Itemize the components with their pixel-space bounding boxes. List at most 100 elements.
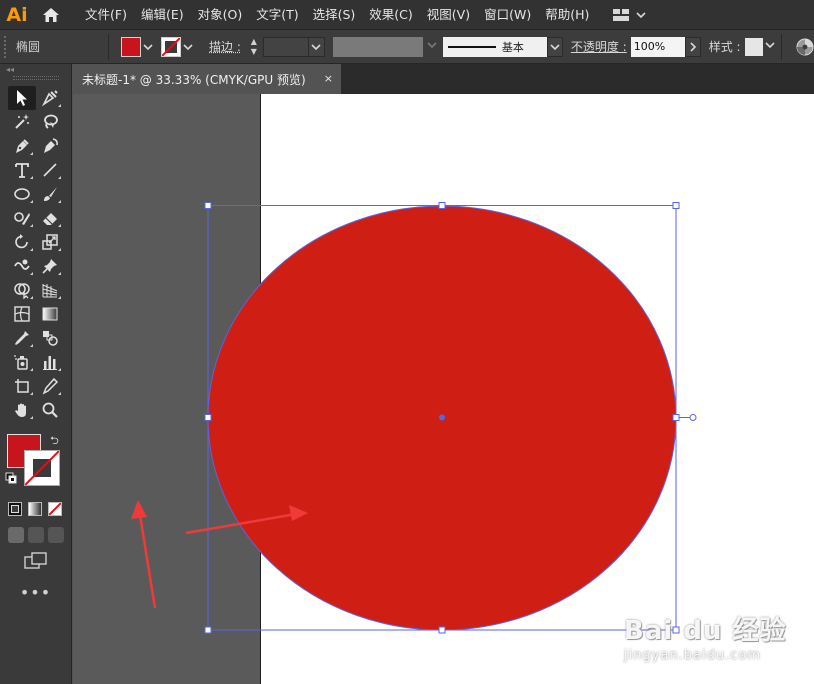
pen-tool[interactable] xyxy=(8,134,36,158)
eyedropper-icon xyxy=(15,331,29,345)
menu-window[interactable]: 窗口(W) xyxy=(477,0,538,30)
recolor-artwork-icon[interactable] xyxy=(796,38,814,56)
menu-file[interactable]: 文件(F) xyxy=(78,0,134,30)
symbol-sprayer-tool[interactable] xyxy=(8,350,36,374)
column-graph-tool[interactable] xyxy=(36,350,64,374)
screen-mode-icon[interactable] xyxy=(24,552,48,570)
fill-color-swatch[interactable] xyxy=(121,36,141,57)
selection-tool[interactable] xyxy=(8,86,36,110)
scale-tool[interactable] xyxy=(36,230,64,254)
divider xyxy=(108,33,109,60)
default-fill-stroke-icon[interactable] xyxy=(5,472,17,484)
rotate-tool[interactable] xyxy=(8,230,36,254)
blend-tool[interactable] xyxy=(36,326,64,350)
draw-normal-icon[interactable] xyxy=(8,527,24,543)
artboard-icon xyxy=(15,379,29,393)
graphic-style-label: 样式 : xyxy=(708,40,741,54)
eraser-icon xyxy=(43,213,57,225)
eyedropper-tool[interactable] xyxy=(8,326,36,350)
variable-width-profile[interactable] xyxy=(332,36,423,57)
stroke-dropdown-chevron-icon[interactable] xyxy=(181,36,195,58)
graphic-style-chevron-icon[interactable] xyxy=(763,41,777,52)
blend-icon xyxy=(43,331,58,346)
gradient-mode-button[interactable] xyxy=(28,502,42,516)
home-icon[interactable] xyxy=(36,0,66,30)
eraser-tool[interactable] xyxy=(36,206,64,230)
fill-stroke-controls: ⮌ xyxy=(0,428,71,498)
type-tool[interactable] xyxy=(8,158,36,182)
line-segment-tool[interactable] xyxy=(36,158,64,182)
opacity-input[interactable]: 100% xyxy=(630,36,685,57)
panel-grip[interactable] xyxy=(12,76,59,80)
paintbrush-tool[interactable] xyxy=(36,182,64,206)
drawing-modes xyxy=(0,524,71,546)
pasteboard xyxy=(73,94,260,684)
menu-object[interactable]: 对象(O) xyxy=(191,0,250,30)
magic-wand-tool[interactable] xyxy=(8,110,36,134)
stroke-color-swatch[interactable] xyxy=(161,36,181,57)
warp-tool[interactable] xyxy=(8,254,36,278)
rotate-icon xyxy=(15,234,28,249)
stroke-weight-dropdown-chevron-icon[interactable] xyxy=(308,36,325,57)
stroke-weight-label[interactable]: 描边 : xyxy=(209,38,241,55)
stroke-weight-input[interactable] xyxy=(262,36,309,57)
shaper-tool[interactable] xyxy=(8,206,36,230)
edit-toolbar-more-icon[interactable]: ••• xyxy=(0,583,71,602)
toolbar-stroke-swatch[interactable] xyxy=(24,450,60,486)
swap-fill-stroke-icon[interactable]: ⮌ xyxy=(50,432,59,451)
tools-panel: ◂◂ ⮌ ••• xyxy=(0,64,72,684)
menu-help[interactable]: 帮助(H) xyxy=(538,0,596,30)
zoom-magnifier-icon xyxy=(42,402,58,418)
workspace-icon xyxy=(613,8,630,21)
pen-icon xyxy=(16,139,29,153)
perspective-grid-tool[interactable] xyxy=(36,278,64,302)
draw-inside-icon[interactable] xyxy=(48,527,64,543)
gradient-tool[interactable] xyxy=(36,302,64,326)
opacity-label[interactable]: 不透明度 : xyxy=(571,38,627,55)
curvature-tool[interactable] xyxy=(36,134,64,158)
brush-preview-line xyxy=(447,45,496,48)
pen-nib-icon xyxy=(41,90,58,107)
menu-edit[interactable]: 编辑(E) xyxy=(134,0,191,30)
slice-tool[interactable] xyxy=(36,374,64,398)
canvas-area[interactable] xyxy=(73,94,814,684)
shape-builder-tool[interactable] xyxy=(8,278,36,302)
puppet-warp-tool[interactable] xyxy=(36,254,64,278)
stroke-weight-spinner[interactable]: ▲ ▼ xyxy=(247,36,261,58)
document-tab-title: 未标题-1* @ 33.33% (CMYK/GPU 预览) xyxy=(82,72,306,87)
close-tab-icon[interactable]: × xyxy=(324,72,333,85)
menu-type[interactable]: 文字(T) xyxy=(249,0,305,30)
lasso-icon xyxy=(44,114,58,129)
ellipse-tool[interactable] xyxy=(8,182,36,206)
magic-wand-icon xyxy=(15,114,29,129)
brush-dropdown-chevron-icon[interactable] xyxy=(546,36,563,57)
graphic-style-swatch[interactable] xyxy=(744,37,763,56)
fill-dropdown-chevron-icon[interactable] xyxy=(141,36,155,58)
divider xyxy=(780,33,782,60)
brush-definition-select[interactable]: 基本 xyxy=(442,36,547,57)
pushpin-icon xyxy=(42,259,57,274)
color-mode-button[interactable] xyxy=(8,502,22,516)
brush-name: 基本 xyxy=(501,40,524,54)
none-mode-button[interactable] xyxy=(48,502,62,516)
warp-icon xyxy=(14,259,30,270)
direct-selection-tool[interactable] xyxy=(36,86,64,110)
lasso-tool[interactable] xyxy=(36,110,64,134)
gradient-icon xyxy=(42,307,58,321)
document-tab-bar: 未标题-1* @ 33.33% (CMYK/GPU 预览) × xyxy=(73,64,814,94)
menu-select[interactable]: 选择(S) xyxy=(306,0,363,30)
artboard[interactable] xyxy=(260,94,814,684)
mesh-tool[interactable] xyxy=(8,302,36,326)
menu-view[interactable]: 视图(V) xyxy=(420,0,477,30)
hand-tool[interactable] xyxy=(8,398,36,422)
workspace-switcher[interactable] xyxy=(612,8,646,22)
panel-grip[interactable] xyxy=(4,35,12,58)
opacity-expand-chevron-right-icon[interactable] xyxy=(684,36,701,57)
document-tab[interactable]: 未标题-1* @ 33.33% (CMYK/GPU 预览) × xyxy=(73,64,341,94)
collapse-panel-icon[interactable]: ◂◂ xyxy=(0,64,71,74)
menu-effect[interactable]: 效果(C) xyxy=(362,0,419,30)
selection-type-label: 椭圆 xyxy=(16,40,41,54)
draw-behind-icon[interactable] xyxy=(28,527,44,543)
zoom-tool[interactable] xyxy=(36,398,64,422)
artboard-tool[interactable] xyxy=(8,374,36,398)
